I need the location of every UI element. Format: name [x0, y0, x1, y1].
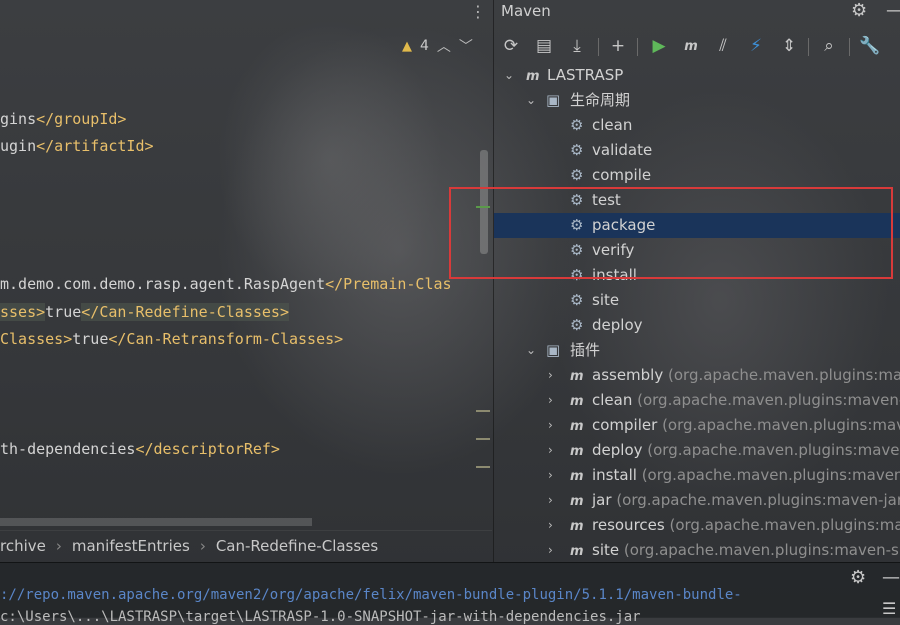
maven-plugin-icon: m — [570, 494, 584, 509]
breadcrumb-item[interactable]: Can-Redefine-Classes — [216, 537, 388, 555]
more-options-icon[interactable]: ⋮ — [470, 2, 486, 21]
tree-item-lifecycle-goal[interactable]: ⚙ validate — [494, 138, 900, 163]
tree-item-plugin[interactable]: › m site (org.apache.maven.plugins:maven-s… — [494, 538, 900, 560]
chevron-down-icon[interactable]: ⌄ — [526, 88, 536, 113]
tree-item-plugins[interactable]: ⌄ ▣ 插件 — [494, 338, 900, 363]
maven-panel-title: Maven — [501, 2, 551, 20]
log-link-line[interactable]: ://repo.maven.apache.org/maven2/org/apac… — [0, 587, 742, 603]
tree-item-lifecycle[interactable]: ⌄ ▣ 生命周期 — [494, 88, 900, 113]
code-line: Classes>true</Can-Retransform-Classes> — [0, 330, 344, 348]
toolbar-separator — [598, 38, 599, 56]
log-line: c:\Users\...\LASTRASP\target\LASTRASP-1.… — [0, 609, 641, 625]
folder-settings-icon: ▣ — [546, 341, 561, 359]
add-icon[interactable]: + — [606, 32, 630, 60]
toolbar-separator — [808, 38, 809, 56]
analyze-dependencies-icon[interactable]: ⌕ — [817, 32, 841, 60]
breadcrumb: rchive › manifestEntries › Can-Redefine-… — [0, 530, 492, 561]
gear-icon: ⚙ — [570, 316, 584, 334]
maven-project-icon: m — [526, 69, 540, 84]
minimize-icon[interactable]: — — [886, 0, 900, 21]
tree-item-lifecycle-goal[interactable]: ⚙ clean — [494, 113, 900, 138]
tree-item-lifecycle-goal[interactable]: ⚙ deploy — [494, 313, 900, 338]
chevron-right-icon[interactable]: › — [548, 388, 553, 413]
tree-item-plugin[interactable]: › m jar (org.apache.maven.plugins:maven-ja… — [494, 488, 900, 513]
breadcrumb-item[interactable]: manifestEntries — [72, 537, 200, 555]
execute-goal-icon[interactable]: m — [679, 32, 703, 60]
maven-plugin-icon: m — [570, 394, 584, 409]
gear-icon: ⚙ — [570, 141, 584, 159]
error-stripe-mark[interactable] — [476, 466, 490, 468]
tree-item-plugin[interactable]: › m clean (org.apache.maven.plugins:maven-… — [494, 388, 900, 413]
chevron-right-icon[interactable]: › — [548, 463, 553, 488]
tree-item-plugin[interactable]: › m assembly (org.apache.maven.plugins:mav… — [494, 363, 900, 388]
gear-icon[interactable]: ⚙ — [850, 567, 866, 588]
breadcrumb-separator: › — [55, 537, 62, 555]
chevron-right-icon[interactable]: › — [548, 513, 553, 538]
breadcrumb-separator: › — [199, 537, 206, 555]
horizontal-scrollbar[interactable] — [0, 518, 312, 526]
download-icon[interactable]: ⤓ — [565, 32, 589, 60]
reload-icon[interactable]: ⟳ — [499, 32, 523, 60]
code-line: gins</groupId> — [0, 110, 127, 128]
code-line: ugin</artifactId> — [0, 137, 154, 155]
maven-plugin-icon: m — [570, 519, 584, 534]
chevron-down-icon[interactable]: ⌄ — [504, 63, 514, 88]
tree-item-plugin[interactable]: › m resources (org.apache.maven.plugins:ma… — [494, 513, 900, 538]
skip-tests-icon[interactable]: ⚡ — [744, 32, 768, 60]
chevron-right-icon[interactable]: › — [548, 413, 553, 438]
chevron-right-icon[interactable]: › — [548, 488, 553, 513]
tree-item-plugin[interactable]: › m deploy (org.apache.maven.plugins:maven — [494, 438, 900, 463]
chevron-right-icon[interactable]: › — [548, 538, 553, 560]
code-line: m.demo.com.demo.rasp.agent.RaspAgent</Pr… — [0, 275, 452, 293]
gear-icon: ⚙ — [570, 291, 584, 309]
maven-plugin-icon: m — [570, 369, 584, 384]
warning-icon: ▲ — [402, 38, 412, 54]
gear-icon: ⚙ — [570, 116, 584, 134]
maven-plugin-icon: m — [570, 469, 584, 484]
gear-icon: ⚙ — [570, 166, 584, 184]
tree-item-lifecycle-goal[interactable]: ⚙ compile — [494, 163, 900, 188]
tree-item-plugin[interactable]: › m install (org.apache.maven.plugins:mave… — [494, 463, 900, 488]
toggle-offline-icon[interactable]: ⫽ — [711, 32, 735, 60]
toolbar-separator — [849, 38, 850, 56]
menu-icon[interactable]: ☰ — [882, 599, 896, 618]
chevron-down-icon[interactable]: ⌄ — [526, 338, 536, 363]
code-line: th-dependencies</descriptorRef> — [0, 440, 280, 458]
code-line: sses>true</Can-Redefine-Classes> — [0, 303, 289, 321]
run-icon[interactable]: ▶ — [647, 32, 671, 60]
warning-count: 4 — [420, 38, 429, 54]
inspection-widget[interactable]: ▲ 4 ︿ ﹀ — [402, 36, 473, 56]
maven-plugin-icon: m — [570, 419, 584, 434]
tree-item-project[interactable]: ⌄ m LASTRASP — [494, 63, 900, 88]
chevron-right-icon[interactable]: › — [548, 363, 553, 388]
maven-plugin-icon: m — [570, 544, 584, 559]
toolbar-separator — [637, 38, 638, 56]
collapse-all-icon[interactable]: ⇕ — [777, 32, 801, 60]
breadcrumb-item[interactable]: rchive — [0, 537, 56, 555]
tree-item-plugin[interactable]: › m compiler (org.apache.maven.plugins:mav… — [494, 413, 900, 438]
chevron-right-icon[interactable]: › — [548, 438, 553, 463]
folder-settings-icon: ▣ — [546, 91, 561, 109]
error-stripe-mark[interactable] — [476, 410, 490, 412]
chevron-down-icon[interactable]: ﹀ — [459, 36, 473, 56]
maven-tool-window: Maven ⚙ — ⟳ ▤ ⤓ + ▶ m ⫽ ⚡ ⇕ ⌕ 🔧 ⌄ m LAST… — [493, 0, 900, 562]
highlight-annotation-box — [449, 187, 893, 279]
maven-toolbar: ⟳ ▤ ⤓ + ▶ m ⫽ ⚡ ⇕ ⌕ 🔧 — [494, 32, 900, 60]
minimize-icon[interactable]: — — [882, 567, 900, 588]
wrench-icon[interactable]: 🔧 — [858, 32, 882, 60]
run-output-panel: ⚙ — ☰ ://repo.maven.apache.org/maven2/or… — [0, 562, 900, 625]
maven-plugin-icon: m — [570, 444, 584, 459]
generate-sources-icon[interactable]: ▤ — [532, 32, 556, 60]
code-editor[interactable]: ⋮ ▲ 4 ︿ ﹀ gins</groupId> ugin</artifactI… — [0, 0, 492, 560]
error-stripe-mark[interactable] — [476, 438, 490, 440]
chevron-up-icon[interactable]: ︿ — [437, 36, 451, 56]
gear-icon[interactable]: ⚙ — [851, 0, 867, 21]
tree-item-lifecycle-goal[interactable]: ⚙ site — [494, 288, 900, 313]
